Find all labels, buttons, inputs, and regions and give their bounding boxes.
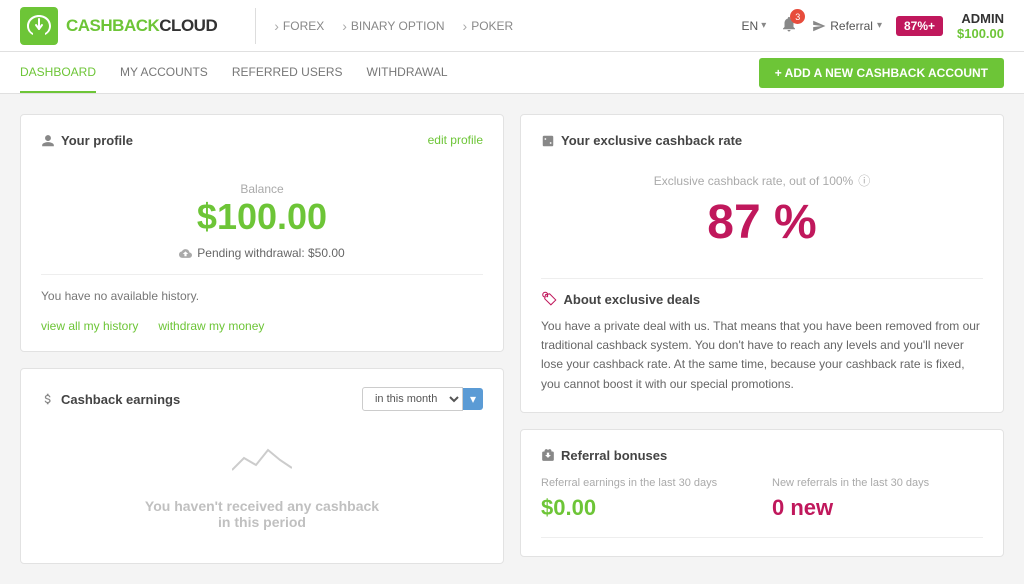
navbar-links: DASHBOARD MY ACCOUNTS REFERRED USERS WIT… <box>20 53 759 93</box>
profile-card: Your profile edit profile Balance $100.0… <box>20 114 504 352</box>
add-cashback-account-button[interactable]: + ADD A NEW CASHBACK ACCOUNT <box>759 58 1004 88</box>
dollar-icon <box>41 392 55 406</box>
user-icon <box>41 134 55 148</box>
new-referrals-label: New referrals in the last 30 days <box>772 477 983 489</box>
tab-dashboard[interactable]: DASHBOARD <box>20 53 96 93</box>
header-nav: FOREX BINARY OPTION POKER <box>274 18 741 34</box>
edit-profile-link[interactable]: edit profile <box>428 133 483 147</box>
cashback-rate-section: Exclusive cashback rate, out of 100% ⓘ 8… <box>541 162 983 266</box>
referral-earnings-col: Referral earnings in the last 30 days $0… <box>541 477 752 521</box>
logo: CASHBACKCLOUD <box>20 7 217 45</box>
balance-section: Balance $100.00 Pending withdrawal: $50.… <box>41 172 483 275</box>
referral-grid: Referral earnings in the last 30 days $0… <box>541 477 983 521</box>
cloud-upload-icon <box>179 247 192 260</box>
profile-card-header: Your profile edit profile <box>41 133 483 162</box>
view-history-link[interactable]: view all my history <box>41 319 138 333</box>
logo-icon <box>20 7 58 45</box>
withdraw-link[interactable]: withdraw my money <box>158 319 264 333</box>
new-referrals-amount: 0 new <box>772 495 983 521</box>
header-right: EN ▾ 3 Referral ▾ 87%+ ADMIN $100.00 <box>742 11 1004 41</box>
exclusive-deals-text: You have a private deal with us. That me… <box>541 317 983 394</box>
profile-links: view all my history withdraw my money <box>41 319 483 333</box>
left-column: Your profile edit profile Balance $100.0… <box>20 114 504 564</box>
language-selector[interactable]: EN ▾ <box>742 19 767 33</box>
navbar: DASHBOARD MY ACCOUNTS REFERRED USERS WIT… <box>0 52 1024 94</box>
cashback-header: Cashback earnings in this month last mon… <box>41 387 483 411</box>
nav-forex[interactable]: FOREX <box>274 18 324 34</box>
new-referrals-col: New referrals in the last 30 days 0 new <box>772 477 983 521</box>
balance-amount: $100.00 <box>41 196 483 238</box>
cashback-earnings-card: Cashback earnings in this month last mon… <box>20 368 504 564</box>
referral-bonuses-card: Referral bonuses Referral earnings in th… <box>520 429 1004 557</box>
cashback-title: Cashback earnings <box>41 392 180 407</box>
tab-my-accounts[interactable]: MY ACCOUNTS <box>120 53 208 93</box>
period-selector[interactable]: in this month last month all time ▾ <box>362 387 483 411</box>
cashback-rate-title: Your exclusive cashback rate <box>541 133 983 148</box>
notification-badge: 3 <box>790 9 805 24</box>
profile-title: Your profile <box>41 133 133 148</box>
chevron-down-icon: ▾ <box>761 20 766 31</box>
tag-icon: 🏷 <box>541 291 558 307</box>
referral-button[interactable]: Referral ▾ <box>812 19 882 33</box>
rate-divider <box>541 278 983 279</box>
admin-info: ADMIN $100.00 <box>957 11 1004 41</box>
pending-withdrawal: Pending withdrawal: $50.00 <box>41 246 483 260</box>
rate-value: 87 % <box>541 195 983 250</box>
no-history-text: You have no available history. <box>41 275 483 309</box>
tab-referred-users[interactable]: REFERRED USERS <box>232 53 343 93</box>
percent-icon <box>541 134 555 148</box>
rate-label: Exclusive cashback rate, out of 100% ⓘ <box>541 172 983 189</box>
referral-divider <box>541 537 983 538</box>
referral-earnings-label: Referral earnings in the last 30 days <box>541 477 752 489</box>
header-divider <box>255 8 256 44</box>
logo-text: CASHBACKCLOUD <box>66 16 217 36</box>
header: CASHBACKCLOUD FOREX BINARY OPTION POKER … <box>0 0 1024 52</box>
referral-title: Referral bonuses <box>541 448 983 463</box>
send-icon <box>812 19 826 33</box>
info-icon[interactable]: ⓘ <box>858 172 870 189</box>
admin-balance: $100.00 <box>957 26 1004 41</box>
period-select-button[interactable]: ▾ <box>463 388 483 410</box>
empty-chart: You haven't received any cashback in thi… <box>41 425 483 545</box>
chevron-down-icon: ▾ <box>877 20 882 31</box>
notification-button[interactable]: 3 <box>780 15 798 36</box>
period-select-dropdown[interactable]: in this month last month all time <box>362 387 463 411</box>
admin-name: ADMIN <box>957 11 1004 26</box>
referral-earnings-amount: $0.00 <box>541 495 752 521</box>
exclusive-deals-title: 🏷 About exclusive deals <box>541 291 983 307</box>
gift-icon <box>541 448 555 462</box>
cashback-badge[interactable]: 87%+ <box>896 16 943 36</box>
cashback-rate-card: Your exclusive cashback rate Exclusive c… <box>520 114 1004 413</box>
chart-placeholder-icon <box>232 440 292 490</box>
no-cashback-text: You haven't received any cashback in thi… <box>145 498 379 530</box>
tab-withdrawal[interactable]: WITHDRAWAL <box>367 53 448 93</box>
nav-binary-option[interactable]: BINARY OPTION <box>342 18 444 34</box>
right-column: Your exclusive cashback rate Exclusive c… <box>520 114 1004 564</box>
chart-empty-icon <box>232 440 292 480</box>
main-content: Your profile edit profile Balance $100.0… <box>0 94 1024 584</box>
nav-poker[interactable]: POKER <box>463 18 514 34</box>
balance-label: Balance <box>41 182 483 196</box>
